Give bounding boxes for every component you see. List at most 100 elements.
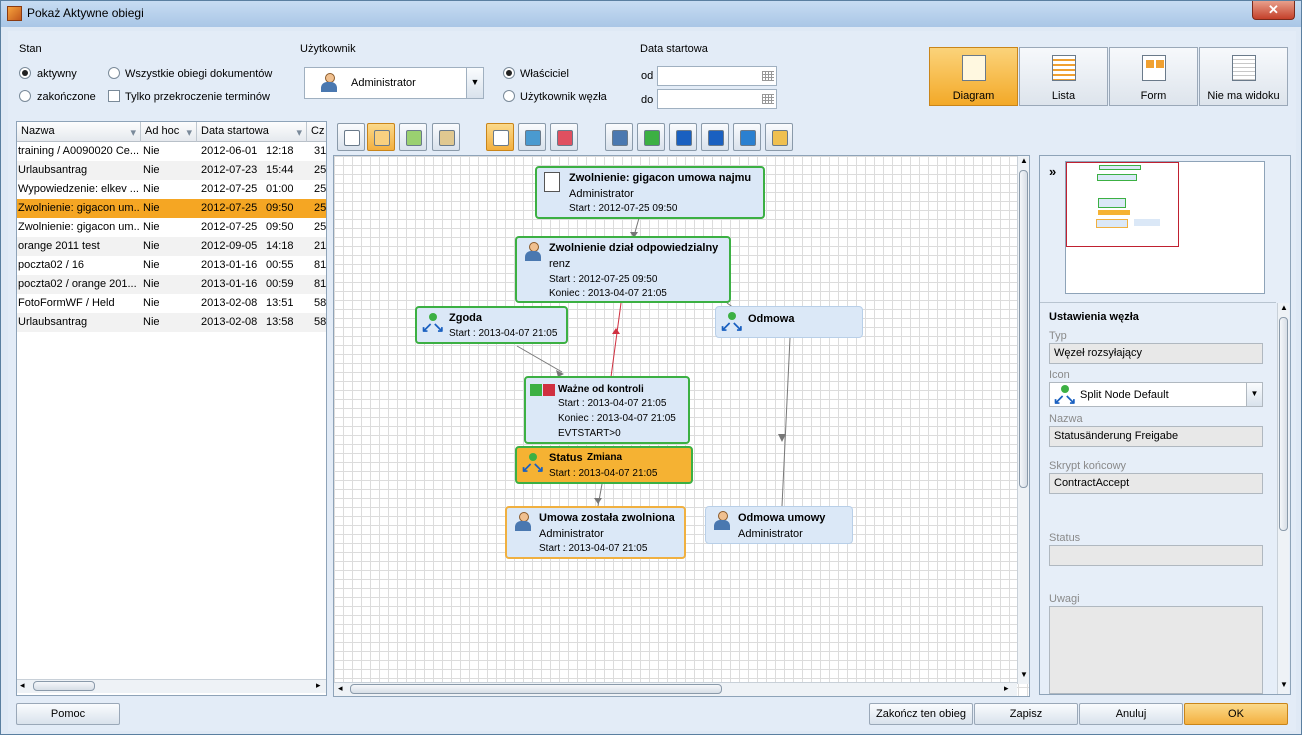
cell-date: 2013-02-08 [201, 297, 258, 309]
toolbar-button[interactable] [399, 123, 427, 151]
stan-label: Stan [19, 43, 42, 55]
node-title: Zgoda [449, 312, 482, 324]
node-title: Zwolnienie dział odpowiedzialny [549, 242, 719, 254]
cell-adhoc: Nie [143, 316, 160, 328]
toolbar-button[interactable] [518, 123, 546, 151]
toolbar-button[interactable] [337, 123, 365, 151]
table-row[interactable]: poczta02 / 16 Nie 2013-01-16 00:55 81 [17, 256, 326, 275]
cell-date: 2012-07-25 [201, 202, 258, 214]
table-row[interactable]: FotoFormWF / Held Nie 2013-02-08 13:51 58 [17, 294, 326, 313]
diagram-node-refusal[interactable]: Odmowa [715, 306, 863, 338]
toolbar-button[interactable] [733, 123, 761, 151]
table-row[interactable]: Urlaubsantrag Nie 2012-07-23 15:44 25 [17, 161, 326, 180]
diagram-node-status-selected[interactable]: Status Zmiana Start : 2013-04-07 21:05 [515, 446, 693, 484]
cell-name: poczta02 / 16 [18, 259, 85, 271]
icon-select[interactable]: Split Node Default ▼ [1049, 382, 1263, 408]
condition-node-icon [644, 130, 660, 146]
date-from-input[interactable] [657, 66, 777, 86]
table-row[interactable]: Zwolnienie: gigacon um... Nie 2012-07-25 09… [17, 199, 326, 218]
icon-select-value: Split Node Default [1080, 389, 1169, 401]
help-button[interactable]: Pomoc [16, 703, 120, 725]
diagram-canvas[interactable]: Zwolnienie: gigacon umowa najmu Administ… [333, 155, 1030, 697]
column-header-start-date[interactable]: Data startowa ▾ [197, 122, 307, 142]
radio-node-user[interactable] [503, 90, 515, 102]
scrollbar-thumb[interactable] [350, 684, 722, 694]
script-label: Skrypt końcowy [1049, 460, 1127, 472]
node-line: EVTSTART>0 [558, 428, 621, 439]
cell-extra: 58 [314, 316, 327, 328]
chevron-down-icon[interactable]: ▼ [466, 68, 483, 98]
table-row[interactable]: Wypowiedzenie: elkev ... Nie 2012-07-25 01:… [17, 180, 327, 199]
cell-extra: 25 [314, 183, 327, 195]
scrollbar-thumb[interactable] [1279, 317, 1288, 531]
workflow-list[interactable]: Nazwa ▾ Ad hoc ▾ Data startowa ▾ Cz trainin… [16, 121, 327, 696]
column-header-extra[interactable]: Cz [307, 122, 326, 142]
diagram-minimap[interactable] [1065, 161, 1265, 294]
user-select[interactable]: Administrator ▼ [304, 67, 484, 99]
canvas-horizontal-scrollbar[interactable]: ◂ ▸ [334, 682, 1017, 696]
node-line: Administrator [569, 188, 634, 200]
finish-workflow-button[interactable]: Zakończ ten obieg [869, 703, 973, 725]
toolbar-button[interactable] [550, 123, 578, 151]
cancel-button[interactable]: Anuluj [1079, 703, 1183, 725]
radio-all-documents[interactable] [108, 67, 120, 79]
table-row[interactable]: Zwolnienie: gigacon um... Nie 2012-07-25 09… [17, 218, 326, 237]
diagram-node-department[interactable]: Zwolnienie dział odpowiedzialny renz Sta… [515, 236, 731, 303]
user-node-icon [713, 511, 731, 531]
view-form-button[interactable]: Form [1109, 47, 1198, 106]
radio-owner[interactable] [503, 67, 515, 79]
date-to-input[interactable] [657, 89, 777, 109]
close-button[interactable]: ✕ [1252, 1, 1295, 20]
calendar-icon[interactable] [762, 71, 774, 81]
toolbar-button[interactable] [637, 123, 665, 151]
toolbar-button[interactable] [367, 123, 395, 151]
scrollbar-thumb[interactable] [33, 681, 95, 691]
save-button[interactable]: Zapisz [974, 703, 1078, 725]
canvas-vertical-scrollbar[interactable]: ▲ ▼ [1017, 156, 1029, 684]
toolbar-button[interactable] [765, 123, 793, 151]
diagram-node-approval[interactable]: Zgoda Start : 2013-04-07 21:05 [415, 306, 568, 344]
start-date-label: Data startowa [640, 43, 708, 55]
cell-adhoc: Nie [143, 259, 160, 271]
toolbar-button[interactable] [701, 123, 729, 151]
table-row[interactable]: poczta02 / orange 201... Nie 2013-01-16 00:… [17, 275, 326, 294]
properties-header: Ustawienia węzła [1049, 311, 1139, 323]
column-header-adhoc[interactable]: Ad hoc ▾ [141, 122, 197, 142]
table-row[interactable]: Urlaubsantrag Nie 2013-02-08 13:58 58 [17, 313, 327, 332]
notes-field[interactable] [1049, 606, 1263, 694]
scrollbar-thumb[interactable] [1019, 170, 1028, 488]
toolbar-button[interactable] [486, 123, 514, 151]
view-none-button[interactable]: Nie ma widoku [1199, 47, 1288, 106]
column-header-name[interactable]: Nazwa ▾ [17, 122, 141, 142]
cell-adhoc: Nie [143, 297, 160, 309]
cell-name: poczta02 / orange 201... [18, 278, 137, 290]
calendar-icon[interactable] [762, 94, 774, 104]
toolbar-button[interactable] [432, 123, 460, 151]
cell-time: 15:44 [266, 164, 294, 176]
table-row[interactable]: orange 2011 test Nie 2012-09-05 14:18 21 [17, 237, 326, 256]
node-line: Administrator [738, 528, 803, 540]
diagram-node-terminated[interactable]: Umowa została zwolniona Administrator St… [505, 506, 686, 559]
radio-active[interactable] [19, 67, 31, 79]
view-list-button[interactable]: Lista [1019, 47, 1108, 106]
properties-scrollbar[interactable]: ▲ ▼ [1277, 303, 1289, 694]
document-icon [544, 172, 560, 192]
chevron-down-icon[interactable]: ▼ [1246, 383, 1262, 406]
toolbar-button[interactable] [605, 123, 633, 151]
overdue-checkbox[interactable] [108, 90, 120, 102]
collapse-panel-button[interactable]: » [1049, 164, 1056, 179]
user-node-icon [612, 130, 628, 146]
diagram-node-start[interactable]: Zwolnienie: gigacon umowa najmu Administ… [535, 166, 765, 219]
list-horizontal-scrollbar[interactable]: ◂ ▸ [17, 679, 326, 693]
radio-finished[interactable] [19, 90, 31, 102]
split-node-icon [1053, 385, 1077, 408]
view-diagram-button[interactable]: Diagram [929, 47, 1018, 106]
diagram-node-control[interactable]: Ważne od kontroli Start : 2013-04-07 21:… [524, 376, 690, 444]
cell-adhoc: Nie [143, 221, 160, 233]
table-row[interactable]: training / A0090020 Ce... Nie 2012-06-01 12… [17, 142, 326, 161]
icon-label: Icon [1049, 369, 1070, 381]
ok-button[interactable]: OK [1184, 703, 1288, 725]
diagram-node-contract-refusal[interactable]: Odmowa umowy Administrator [705, 506, 853, 544]
toolbar-button[interactable] [669, 123, 697, 151]
cell-name: orange 2011 test [18, 240, 100, 252]
